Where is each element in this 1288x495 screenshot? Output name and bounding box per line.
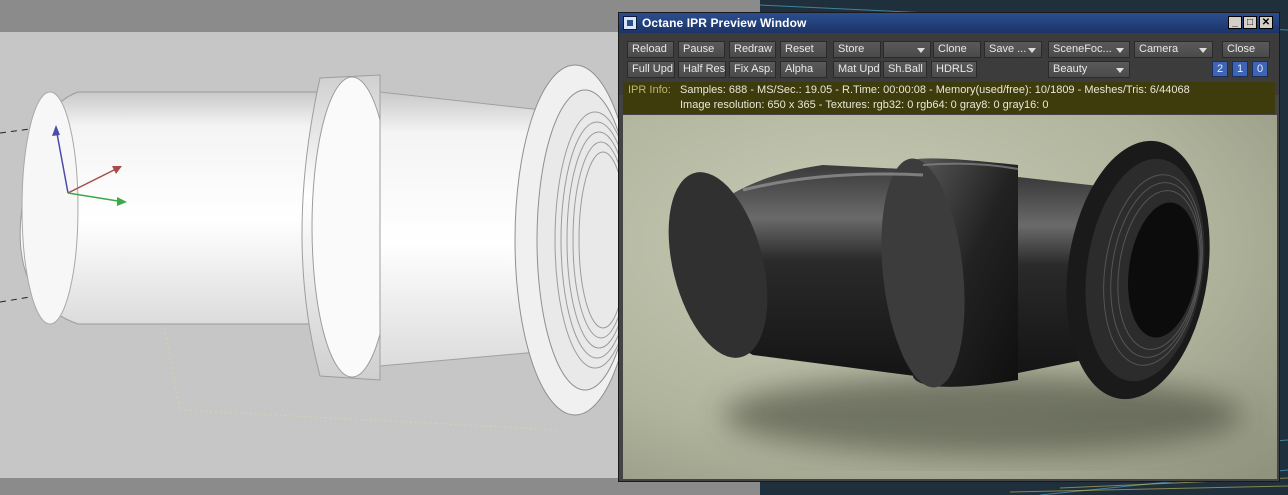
ipr-stats-line: Samples: 688 - MS/Sec.: 19.05 - R.Time: …: [680, 84, 1190, 96]
app-icon: [623, 16, 637, 30]
render-preview[interactable]: [623, 115, 1277, 479]
reset-button[interactable]: Reset: [780, 41, 827, 58]
preset-1-button[interactable]: 1: [1232, 61, 1248, 77]
save-dropdown[interactable]: Save ...: [984, 41, 1042, 58]
ipr-resolution-line: Image resolution: 650 x 365 - Textures: …: [680, 99, 1049, 111]
render-pass-dropdown[interactable]: Beauty: [1048, 61, 1130, 78]
half-res-button[interactable]: Half Res: [678, 61, 726, 78]
mat-update-button[interactable]: Mat Upd: [833, 61, 881, 78]
fix-aspect-button[interactable]: Fix Asp.: [729, 61, 776, 78]
octane-ipr-window: Octane IPR Preview Window _ □ ✕ Reload P…: [618, 12, 1280, 482]
window-title: Octane IPR Preview Window: [642, 16, 807, 30]
full-update-button[interactable]: Full Upd.: [627, 61, 675, 78]
preset-0-button[interactable]: 0: [1252, 61, 1268, 77]
sh-ball-button[interactable]: Sh.Ball: [883, 61, 927, 78]
reload-button[interactable]: Reload: [627, 41, 674, 58]
hdrls-button[interactable]: HDRLS: [931, 61, 977, 78]
scene-focus-dropdown[interactable]: SceneFoc...: [1048, 41, 1130, 58]
minimize-button[interactable]: _: [1228, 16, 1242, 29]
store-slot-dropdown[interactable]: [883, 41, 931, 58]
ipr-info-panel: IPR Info: Samples: 688 - MS/Sec.: 19.05 …: [623, 82, 1275, 114]
camera-dropdown[interactable]: Camera: [1134, 41, 1213, 58]
store-button[interactable]: Store: [833, 41, 881, 58]
ipr-info-label: IPR Info:: [628, 84, 671, 96]
alpha-button[interactable]: Alpha: [780, 61, 827, 78]
pause-button[interactable]: Pause: [678, 41, 725, 58]
clone-button[interactable]: Clone: [933, 41, 981, 58]
preset-2-button[interactable]: 2: [1212, 61, 1228, 77]
title-bar[interactable]: Octane IPR Preview Window _ □ ✕: [619, 13, 1279, 33]
close-window-button[interactable]: ✕: [1259, 16, 1273, 29]
close-button[interactable]: Close: [1222, 41, 1270, 58]
maximize-button[interactable]: □: [1243, 16, 1257, 29]
render-image: [623, 115, 1277, 479]
redraw-button[interactable]: Redraw: [729, 41, 776, 58]
